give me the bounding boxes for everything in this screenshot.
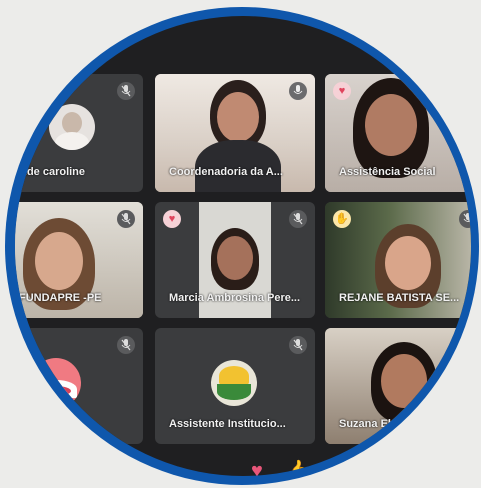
clap-reaction-icon: ✋ (333, 210, 351, 228)
participant-tile[interactable]: FUNDAPRE -PE (15, 202, 143, 318)
participant-name: FUNDAPRE -PE (19, 292, 102, 304)
participant-tile[interactable]: Suzana Elena... (325, 328, 471, 444)
participant-tile[interactable]: ✋ REJANE BATISTA SE... (325, 202, 471, 318)
thumbs-up-icon[interactable]: 👍 (285, 460, 310, 476)
video-call-grid: Ade caroline Coordenadoria da A... ♥ Ass… (15, 16, 471, 476)
heart-reaction-icon: ♥ (163, 210, 181, 228)
avatar (31, 358, 81, 408)
heart-reaction-icon: ♥ (333, 82, 351, 100)
photo-frame: Ade caroline Coordenadoria da A... ♥ Ass… (5, 7, 479, 485)
participant-name: Assistente Institucio... (169, 418, 286, 430)
mic-muted-icon (117, 336, 135, 354)
participant-name: REJANE BATISTA SE... (339, 292, 460, 304)
heart-icon[interactable]: ♥ (251, 460, 263, 476)
avatar (211, 360, 257, 406)
mic-icon (289, 82, 307, 100)
participant-name: Assistência Social (339, 166, 436, 178)
participant-tile[interactable]: Social M... (15, 328, 143, 444)
participant-tile[interactable]: Coordenadoria da A... (155, 74, 315, 192)
participant-name: Marcia Ambrosina Pere... (169, 292, 301, 304)
participant-tile[interactable]: Ade caroline (15, 74, 143, 192)
mic-muted-icon (459, 210, 471, 228)
participant-tile[interactable]: ♥ Marcia Ambrosina Pere... (155, 202, 315, 318)
mic-muted-icon (289, 210, 307, 228)
mic-muted-icon (117, 210, 135, 228)
avatar (49, 104, 95, 150)
participant-name: Social M... (19, 418, 73, 430)
mic-muted-icon (289, 336, 307, 354)
participant-tile[interactable]: ♥ Assistência Social (325, 74, 471, 192)
participant-name: Coordenadoria da A... (169, 166, 283, 178)
participant-name: Suzana Elena... (339, 418, 420, 430)
participant-tile[interactable]: Assistente Institucio... (155, 328, 315, 444)
mic-muted-icon (117, 82, 135, 100)
participant-name: Ade caroline (19, 166, 86, 178)
